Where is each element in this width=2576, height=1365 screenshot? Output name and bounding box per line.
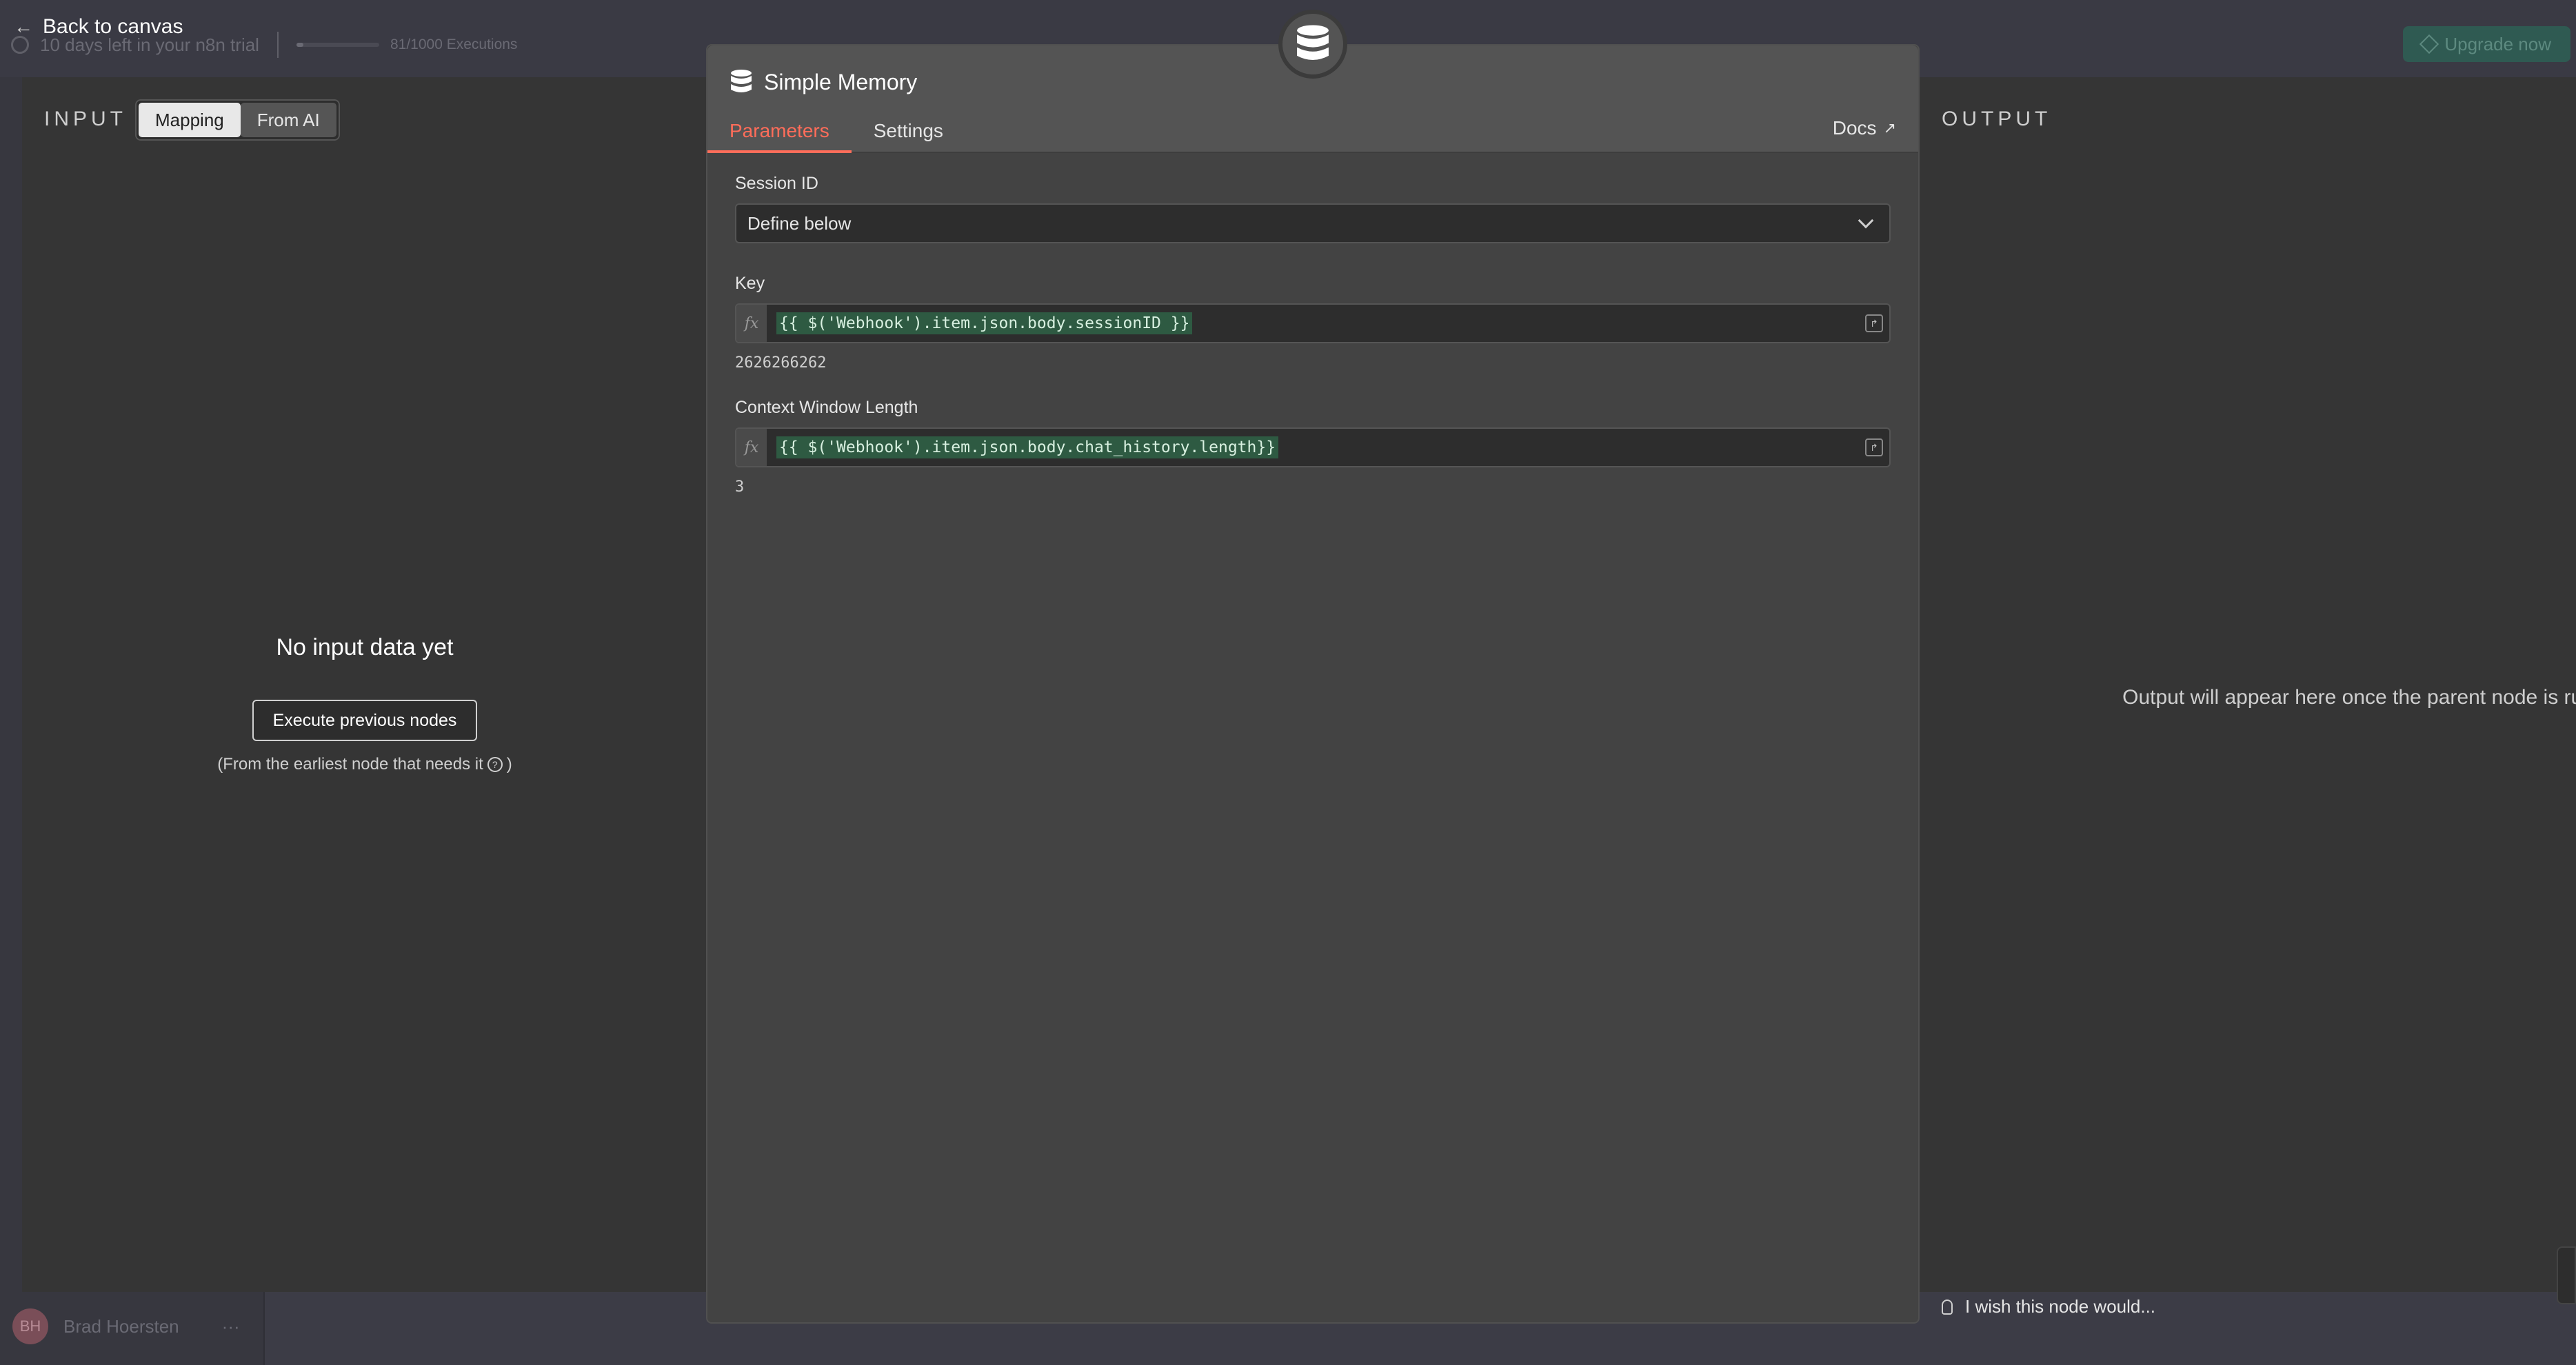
tab-parameters[interactable]: Parameters — [707, 110, 852, 153]
empty-input-state: No input data yet Execute previous nodes… — [22, 634, 707, 774]
executions-progress — [296, 43, 379, 47]
node-tabs: Parameters Settings — [707, 110, 965, 153]
tab-settings[interactable]: Settings — [852, 110, 965, 152]
more-icon[interactable]: ··· — [222, 1316, 240, 1337]
arrow-left-icon: ← — [14, 16, 33, 37]
empty-input-title: No input data yet — [276, 634, 454, 660]
context-window-expression-field[interactable]: fx {{ $('Webhook').item.json.body.chat_h… — [735, 427, 1891, 467]
executions-count: 81/1000 Executions — [390, 37, 518, 52]
session-id-value: Define below — [747, 212, 852, 234]
node-settings-panel: Simple Memory Parameters Settings Docs ↗… — [706, 44, 1920, 1324]
toggle-mapping[interactable]: Mapping — [139, 103, 241, 137]
diamond-icon — [2419, 34, 2439, 54]
key-expression-field[interactable]: fx {{ $('Webhook').item.json.body.sessio… — [735, 303, 1891, 343]
node-title-text: Simple Memory — [764, 69, 918, 94]
upgrade-button[interactable]: Upgrade now — [2403, 26, 2570, 62]
docs-label: Docs — [1832, 117, 1877, 139]
feedback-link[interactable]: I wish this node would... — [1942, 1296, 2155, 1317]
avatar: BH — [12, 1308, 48, 1344]
chevron-down-icon — [1858, 212, 1874, 229]
input-panel: INPUT Mapping From AI No input data yet … — [22, 77, 707, 1292]
execute-hint-text: (From the earliest node that needs it — [217, 755, 483, 774]
n8n-app: 10 days left in your n8n trial 81/1000 E… — [0, 0, 2576, 1365]
node-title[interactable]: Simple Memory — [729, 69, 917, 95]
input-mode-toggle: Mapping From AI — [135, 99, 340, 141]
session-id-label: Session ID — [735, 174, 818, 193]
feedback-label: I wish this node would... — [1965, 1296, 2156, 1317]
fx-icon: fx — [736, 305, 767, 342]
user-menu[interactable]: BH Brad Hoersten ··· — [12, 1308, 240, 1344]
divider — [276, 32, 279, 58]
execute-hint: (From the earliest node that needs it ? … — [22, 755, 707, 774]
parameters-form: Session ID Define below Key fx {{ $('Web… — [707, 153, 1918, 543]
open-expression-editor-button[interactable]: ↱ — [1859, 429, 1889, 466]
database-icon — [1297, 25, 1329, 60]
node-type-badge — [1278, 10, 1347, 79]
expand-icon: ↱ — [1865, 314, 1883, 332]
execute-previous-nodes-button[interactable]: Execute previous nodes — [252, 700, 477, 741]
input-title: INPUT — [44, 108, 127, 130]
side-panel-handle[interactable] — [2557, 1246, 2576, 1304]
back-to-canvas-label: Back to canvas — [43, 15, 183, 38]
key-result: 2626266262 — [735, 354, 827, 372]
output-empty-message: Output will appear here once the parent … — [2122, 686, 2576, 709]
executions-progress-fill — [296, 43, 303, 47]
expand-icon: ↱ — [1865, 438, 1883, 456]
lightbulb-icon — [1942, 1299, 1953, 1315]
back-to-canvas-button[interactable]: ← Back to canvas — [14, 15, 183, 39]
help-icon[interactable]: ? — [487, 757, 503, 772]
fx-icon: fx — [736, 429, 767, 466]
context-window-expression: {{ $('Webhook').item.json.body.chat_hist… — [776, 436, 1279, 458]
output-title: OUTPUT — [1942, 108, 2052, 130]
output-panel: OUTPUT Output will appear here once the … — [1917, 77, 2576, 1292]
context-window-label: Context Window Length — [735, 398, 918, 417]
database-icon — [731, 70, 752, 92]
context-window-result: 3 — [735, 478, 745, 496]
session-id-select[interactable]: Define below — [735, 203, 1891, 243]
upgrade-label: Upgrade now — [2444, 33, 2551, 54]
open-expression-editor-button[interactable]: ↱ — [1859, 305, 1889, 342]
key-expression: {{ $('Webhook').item.json.body.sessionID… — [776, 312, 1193, 334]
external-link-icon: ↗ — [1883, 119, 1896, 136]
docs-link[interactable]: Docs ↗ — [1833, 117, 1896, 139]
user-name: Brad Hoersten — [63, 1315, 179, 1337]
context-window-expression-input[interactable]: {{ $('Webhook').item.json.body.chat_hist… — [767, 429, 1859, 466]
key-label: Key — [735, 274, 765, 293]
toggle-from-ai[interactable]: From AI — [240, 103, 336, 137]
key-expression-input[interactable]: {{ $('Webhook').item.json.body.sessionID… — [767, 305, 1859, 342]
execute-hint-close: ) — [506, 755, 512, 774]
